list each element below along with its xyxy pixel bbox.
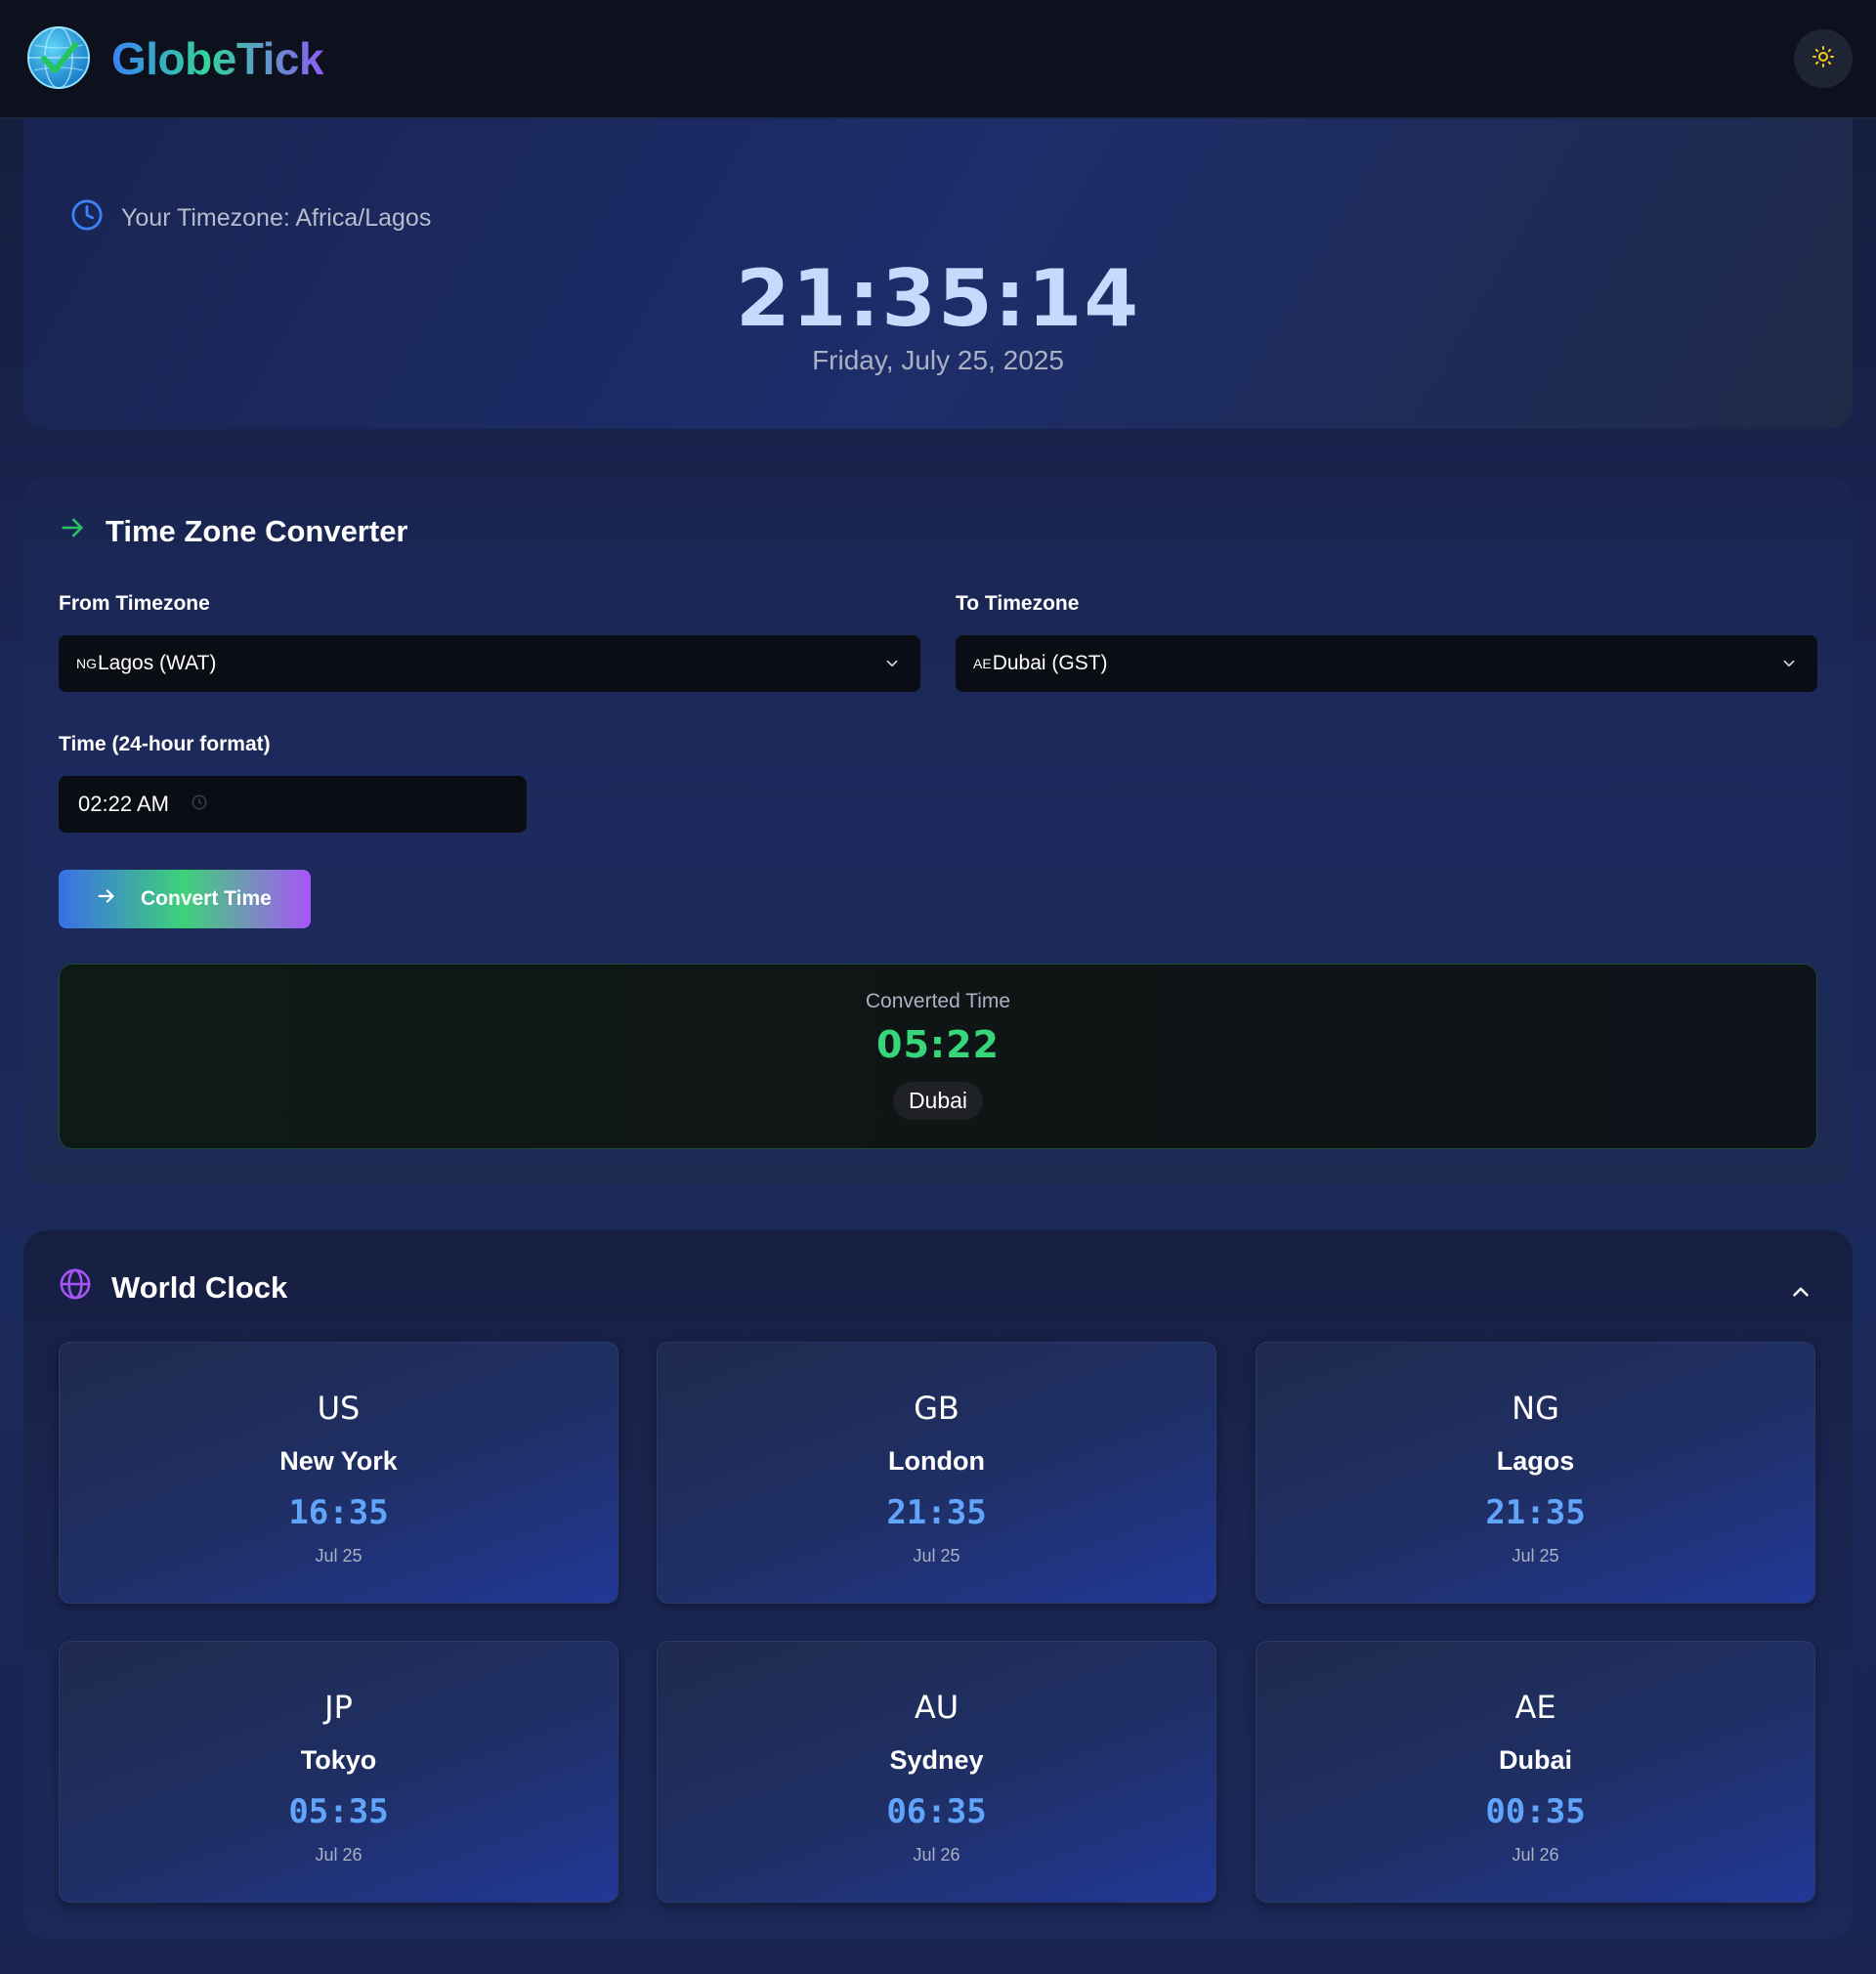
country-code: JP [324, 1689, 353, 1726]
arrow-right-icon [96, 885, 117, 913]
world-clock-item: AE Dubai 00:35 Jul 26 [1256, 1641, 1815, 1903]
theme-toggle-button[interactable] [1794, 29, 1853, 88]
current-date: Friday, July 25, 2025 [812, 345, 1064, 375]
city-date: Jul 26 [1512, 1845, 1559, 1865]
chevron-down-icon [883, 655, 901, 678]
to-timezone-select[interactable]: AE Dubai (GST) [956, 635, 1817, 692]
converted-time-label: Converted Time [865, 990, 1011, 1012]
top-bar: GlobeTick [0, 0, 1876, 118]
city-date: Jul 25 [1512, 1546, 1559, 1566]
collapse-button[interactable] [1788, 1279, 1813, 1309]
from-country-code: NG [76, 656, 97, 671]
city-name: Dubai [1498, 1745, 1572, 1775]
timezone-label: Your Timezone: Africa/Lagos [70, 198, 431, 238]
city-time: 06:35 [886, 1792, 987, 1831]
converted-time-value: 05:22 [876, 1023, 1000, 1066]
time-picker-icon[interactable] [191, 792, 208, 817]
to-country-code: AE [973, 656, 992, 671]
from-timezone-label: From Timezone [59, 592, 210, 615]
city-name: Lagos [1496, 1446, 1575, 1476]
city-time: 05:35 [288, 1792, 389, 1831]
current-time-card: Your Timezone: Africa/Lagos 21:35:14 Fri… [23, 118, 1853, 429]
world-clock-card: World Clock US New York 16:35 Jul 25 GB … [23, 1230, 1853, 1939]
country-code: AU [914, 1689, 959, 1726]
city-name: Sydney [889, 1745, 984, 1775]
world-clock-item: GB London 21:35 Jul 25 [657, 1342, 1216, 1604]
country-code: US [317, 1390, 361, 1427]
current-time: 21:35:14 [736, 253, 1140, 344]
city-date: Jul 26 [913, 1845, 960, 1865]
time-format-label: Time (24-hour format) [59, 733, 271, 755]
city-name: New York [279, 1446, 398, 1476]
clock-icon [70, 198, 104, 238]
city-date: Jul 25 [913, 1546, 960, 1566]
app-name: GlobeTick [111, 29, 324, 88]
city-name: Tokyo [300, 1745, 377, 1775]
converter-title: Time Zone Converter [106, 514, 408, 548]
city-name: London [888, 1446, 985, 1476]
world-clock-title: World Clock [111, 1270, 288, 1305]
world-clock-item: NG Lagos 21:35 Jul 25 [1256, 1342, 1815, 1604]
city-time: 21:35 [1485, 1493, 1586, 1532]
from-timezone-value: Lagos (WAT) [98, 652, 217, 674]
city-time: 16:35 [288, 1493, 389, 1532]
world-clock-item: US New York 16:35 Jul 25 [59, 1342, 618, 1604]
to-timezone-value: Dubai (GST) [992, 652, 1108, 674]
sun-icon [1812, 45, 1835, 73]
country-code: GB [914, 1390, 959, 1427]
city-time: 00:35 [1485, 1792, 1586, 1831]
time-input-value: 02:22 AM [78, 792, 169, 816]
time-input[interactable]: 02:22 AM [59, 776, 527, 833]
converted-time-panel: Converted Time 05:22 Dubai [59, 964, 1817, 1149]
city-date: Jul 26 [315, 1845, 362, 1865]
country-code: AE [1514, 1689, 1556, 1726]
country-code: NG [1512, 1390, 1559, 1427]
converter-card: Time Zone Converter From Timezone NG Lag… [23, 477, 1853, 1184]
converter-heading: Time Zone Converter [59, 514, 408, 549]
globe-check-logo-icon[interactable] [26, 25, 91, 90]
convert-time-label: Convert Time [141, 887, 272, 910]
timezone-text: Your Timezone: Africa/Lagos [121, 204, 432, 232]
convert-time-button[interactable]: Convert Time [59, 870, 311, 928]
converted-city-badge: Dubai [892, 1082, 984, 1120]
from-timezone-select[interactable]: NG Lagos (WAT) [59, 635, 920, 692]
to-timezone-label: To Timezone [956, 592, 1080, 615]
city-date: Jul 25 [315, 1546, 362, 1566]
chevron-up-icon [1788, 1287, 1813, 1309]
chevron-down-icon [1780, 655, 1798, 678]
city-time: 21:35 [886, 1493, 987, 1532]
world-clock-item: JP Tokyo 05:35 Jul 26 [59, 1641, 618, 1903]
world-clock-item: AU Sydney 06:35 Jul 26 [657, 1641, 1216, 1903]
arrow-right-icon [59, 514, 86, 549]
world-clock-heading: World Clock [59, 1267, 287, 1309]
globe-icon [59, 1267, 92, 1309]
